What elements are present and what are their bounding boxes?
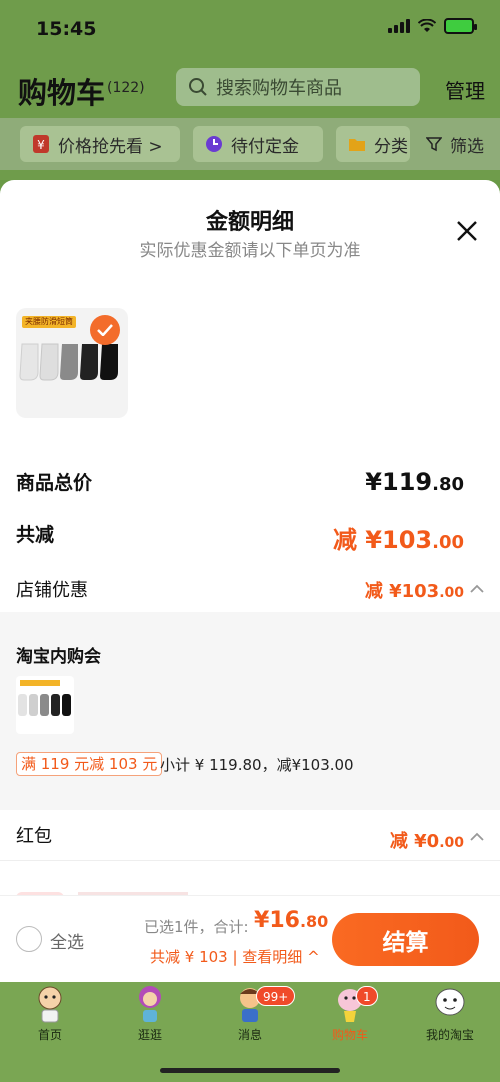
- chip-pending-deposit[interactable]: 待付定金: [193, 126, 323, 162]
- chip-price-preview[interactable]: ¥ 价格抢先看 >: [20, 126, 180, 162]
- price-tag-icon: ¥: [32, 134, 50, 154]
- my-taobao-mascot-icon: [435, 988, 465, 1016]
- selected-total: ¥16.80: [254, 908, 329, 933]
- status-icons: [388, 18, 477, 34]
- total-reduce-value: 减 ¥103.00: [332, 526, 464, 554]
- promo-tag: 满 119 元减 103 元: [16, 752, 163, 776]
- sheet-subtitle: 实际优惠金额请以下单页为准: [139, 241, 361, 261]
- chip-filter[interactable]: 筛选: [414, 126, 500, 162]
- red-packet-value[interactable]: 减 ¥0.00: [390, 827, 464, 853]
- sheet-title: 金额明细: [205, 210, 294, 235]
- total-price-label: 商品总价: [16, 472, 93, 494]
- chip-label: 价格抢先看 >: [58, 136, 163, 157]
- view-details-link[interactable]: 共减 ¥ 103 | 查看明细 ^: [150, 946, 320, 967]
- folder-icon: [348, 136, 366, 152]
- checkout-button[interactable]: 结算: [332, 913, 479, 966]
- tab-cart[interactable]: 1 购物车: [300, 982, 400, 1052]
- messages-badge: 99+: [256, 986, 296, 1006]
- filter-chip-row: ¥ 价格抢先看 > 待付定金 分类 筛选: [0, 118, 500, 170]
- product-mini-thumbnail: [16, 676, 74, 734]
- divider: [0, 860, 500, 861]
- clock-icon: [205, 135, 223, 153]
- cart-badge: 1: [356, 986, 378, 1006]
- close-icon[interactable]: [456, 220, 478, 242]
- chip-category[interactable]: 分类: [336, 126, 410, 162]
- shop-discount-label: 店铺优惠: [16, 580, 88, 601]
- status-time: 15:45: [36, 18, 97, 40]
- tab-explore[interactable]: 逛逛: [100, 982, 200, 1052]
- socks-mini-image: [18, 680, 71, 716]
- selected-check-icon[interactable]: [90, 315, 120, 345]
- select-all-label[interactable]: 全选: [50, 928, 84, 953]
- explore-mascot-icon: [139, 986, 161, 1022]
- tab-label: 消息: [237, 1028, 262, 1042]
- chevron-up-icon[interactable]: [470, 582, 484, 596]
- chip-label: 筛选: [450, 136, 484, 157]
- tab-label: 购物车: [331, 1028, 368, 1042]
- wifi-icon: [418, 19, 436, 32]
- total-price-value: ¥119.80: [365, 468, 464, 496]
- signal-icon: [388, 19, 410, 33]
- amount-details-sheet: 金额明细 实际优惠金额请以下单页为准 夹腰防滑短筒 商品总价 ¥119.80 共…: [0, 180, 500, 982]
- home-mascot-icon: [38, 986, 62, 1023]
- filter-icon: [426, 136, 442, 152]
- tab-home[interactable]: 首页: [0, 982, 100, 1052]
- tab-label: 我的淘宝: [425, 1028, 474, 1042]
- shop-discount-value[interactable]: 减 ¥103.00: [365, 577, 464, 603]
- battery-icon: [444, 18, 477, 34]
- cart-count: (122): [107, 80, 145, 96]
- tab-my-taobao[interactable]: 我的淘宝: [400, 982, 500, 1052]
- chip-label: 分类: [374, 136, 408, 157]
- subtotal-text: 小计 ¥ 119.80，减¥103.00: [160, 756, 354, 774]
- red-packet-label: 红包: [16, 826, 52, 847]
- tab-messages[interactable]: 99+ 消息: [200, 982, 300, 1052]
- home-indicator: [160, 1068, 340, 1073]
- total-reduce-label: 共减: [16, 524, 55, 546]
- tab-label: 首页: [37, 1028, 62, 1042]
- chip-label: 待付定金: [231, 136, 299, 157]
- search-icon: [189, 78, 207, 96]
- search-input[interactable]: 搜索购物车商品: [176, 68, 420, 106]
- tab-bar: 首页 逛逛 99+ 消息 1 购物车 我的淘宝: [0, 982, 500, 1082]
- page-title: 购物车: [18, 76, 106, 110]
- thumb-caption: 夹腰防滑短筒: [22, 316, 76, 328]
- status-bar: 15:45: [0, 0, 500, 56]
- select-all-radio[interactable]: [16, 926, 42, 952]
- tab-label: 逛逛: [137, 1028, 162, 1042]
- search-placeholder: 搜索购物车商品: [216, 78, 342, 99]
- manage-button[interactable]: 管理: [445, 75, 485, 104]
- selected-count-text: 已选1件，合计:: [144, 918, 249, 936]
- checkout-bar: 全选 已选1件，合计: ¥16.80 共减 ¥ 103 | 查看明细 ^ 结算: [0, 895, 500, 982]
- shop-name: 淘宝内购会: [16, 647, 101, 667]
- svg-text:¥: ¥: [37, 138, 45, 152]
- chevron-up-icon[interactable]: [470, 830, 484, 844]
- cart-header-area: 15:45 购物车 (122) 搜索购物车商品 管理 ¥ 价格抢先看 > 待付定…: [0, 0, 500, 180]
